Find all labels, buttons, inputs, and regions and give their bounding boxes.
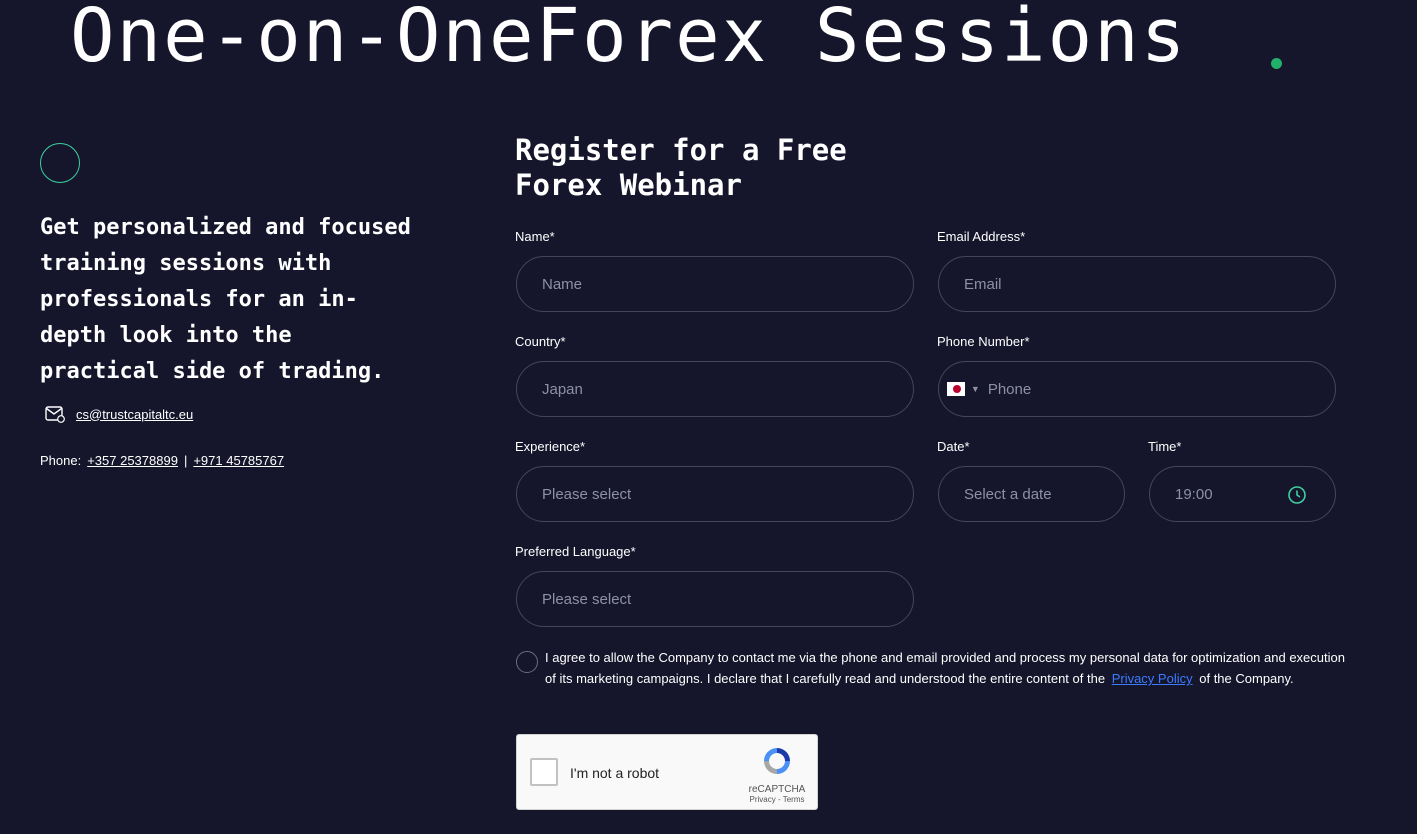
contact-email-row: cs@trustcapitaltc.eu	[44, 405, 193, 423]
date-picker[interactable]: Select a date	[938, 466, 1125, 522]
recaptcha-label: I'm not a robot	[570, 765, 660, 781]
phone-separator: |	[183, 453, 188, 468]
recaptcha-widget: I'm not a robot reCAPTCHA Privacy - Term…	[516, 734, 818, 810]
time-label: Time*	[1148, 439, 1182, 454]
phone-input[interactable]	[987, 380, 1335, 398]
email-field-wrapper	[938, 256, 1336, 312]
chevron-down-icon[interactable]: ▼	[971, 384, 980, 394]
consent-checkbox[interactable]	[516, 651, 538, 673]
consent-text-after: of the Company.	[1199, 671, 1294, 686]
privacy-policy-link[interactable]: Privacy Policy	[1112, 671, 1193, 686]
language-select[interactable]: Please select	[516, 571, 914, 627]
language-label: Preferred Language*	[515, 544, 636, 559]
phone-label: Phone:	[40, 453, 82, 468]
recaptcha-icon	[764, 748, 790, 774]
experience-placeholder: Please select	[542, 485, 632, 503]
page: One-on-OneForex Sessions Get personalize…	[0, 0, 1417, 834]
contact-phone-row: Phone: +357 25378899 | +971 45785767	[40, 453, 284, 468]
hero-title: One-on-OneForex Sessions	[70, 0, 1188, 79]
form-title: Register for a Free Forex Webinar	[515, 133, 847, 202]
email-input[interactable]	[964, 275, 1335, 293]
time-picker[interactable]: 19:00	[1149, 466, 1336, 522]
consent-text: I agree to allow the Company to contact …	[545, 647, 1345, 689]
name-input[interactable]	[542, 275, 913, 293]
experience-select[interactable]: Please select	[516, 466, 914, 522]
country-label: Country*	[515, 334, 566, 349]
date-label: Date*	[937, 439, 970, 454]
name-label: Name*	[515, 229, 555, 244]
date-placeholder: Select a date	[964, 485, 1052, 503]
decorative-ring-icon	[40, 143, 80, 183]
contact-email-link[interactable]: cs@trustcapitaltc.eu	[76, 407, 193, 422]
phone-link-uae[interactable]: +971 45785767	[193, 453, 284, 468]
recaptcha-brand: reCAPTCHA	[748, 784, 806, 795]
time-value: 19:00	[1175, 485, 1213, 503]
hero-accent-dot	[1271, 58, 1282, 69]
phone-number-label: Phone Number*	[937, 334, 1030, 349]
recaptcha-terms-link[interactable]: Privacy - Terms	[747, 795, 807, 804]
country-value: Japan	[542, 380, 583, 398]
mail-icon	[44, 405, 66, 423]
experience-label: Experience*	[515, 439, 586, 454]
phone-link-cyprus[interactable]: +357 25378899	[87, 453, 178, 468]
phone-field-wrapper: ▼	[938, 361, 1336, 417]
recaptcha-logo: reCAPTCHA Privacy - Terms	[747, 745, 807, 804]
language-placeholder: Please select	[542, 590, 632, 608]
japan-flag-icon[interactable]	[947, 382, 965, 396]
recaptcha-checkbox[interactable]	[530, 758, 558, 786]
country-select[interactable]: Japan	[516, 361, 914, 417]
tagline: Get personalized and focused training se…	[40, 215, 411, 384]
name-field-wrapper	[516, 256, 914, 312]
email-label: Email Address*	[937, 229, 1026, 244]
clock-icon[interactable]	[1287, 485, 1307, 505]
